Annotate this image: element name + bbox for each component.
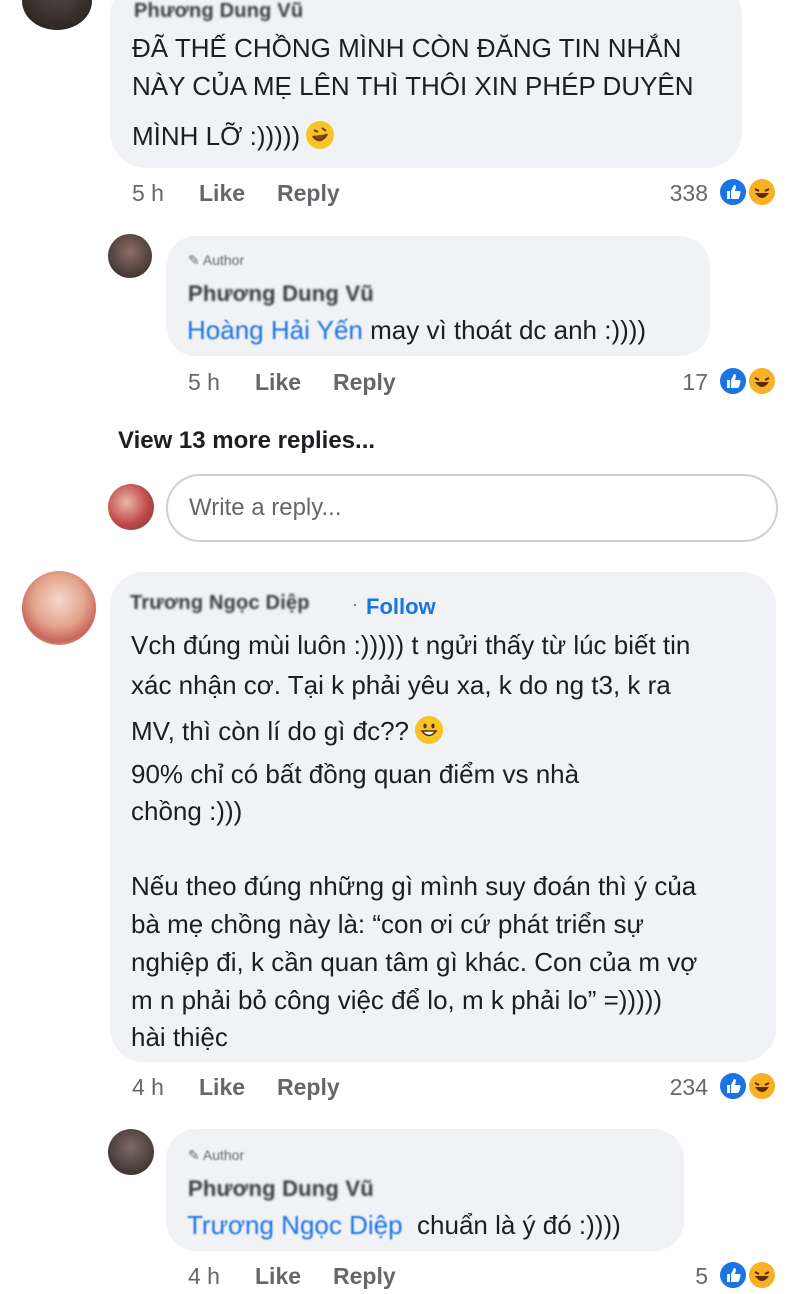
comment-text-line: MV, thì còn lí do gì đc?? [131,713,443,750]
like-button[interactable]: Like [255,1263,301,1290]
like-button[interactable]: Like [199,180,245,207]
reply-time: 5 h [188,369,220,395]
reply-time: 4 h [188,1263,220,1289]
reply-author-name[interactable]: Phương Dung Vũ [188,1176,374,1202]
like-button[interactable]: Like [199,1074,245,1101]
avatar[interactable] [22,0,92,30]
current-user-avatar [108,484,154,530]
avatar[interactable] [108,1129,154,1175]
follow-button[interactable]: Follow [366,594,436,620]
reply-text: Trương Ngọc Diệp chuẩn là ý đó :)))) [187,1207,621,1244]
comment-text-line: bà mẹ chồng này là: “con ơi cứ phát triể… [131,909,644,939]
haha-reaction-icon[interactable] [747,1260,777,1290]
reaction-count[interactable]: 5 [660,1263,708,1290]
author-badge: ✎ Author [188,252,244,269]
haha-reaction-icon[interactable] [747,177,777,207]
haha-reaction-icon[interactable] [747,366,777,396]
reply-text: Hoàng Hải Yến may vì thoát dc anh :)))) [187,312,646,349]
author-badge: ✎ Author [188,1147,244,1164]
mention-link[interactable]: Trương Ngọc Diệp [187,1210,403,1240]
comment-author-name[interactable]: Phương Dung Vũ [134,0,303,23]
comment-time: 5 h [132,180,164,206]
avatar[interactable] [22,571,96,645]
comment-author-name[interactable]: Trương Ngọc Diệp [130,592,310,615]
reply-author-name[interactable]: Phương Dung Vũ [188,281,374,307]
comment-text-span: MÌNH LỠ :))))) [132,121,301,151]
comment-text-span: MV, thì còn lí do gì đc?? [131,716,409,746]
like-reaction-icon[interactable] [718,177,748,207]
comment-text-line: MÌNH LỠ :))))) [132,118,335,155]
reply-button[interactable]: Reply [333,1263,396,1290]
reaction-count[interactable]: 234 [640,1074,708,1101]
pencil-icon: ✎ [188,1147,200,1163]
comment-text-line: chồng :))) [131,796,243,826]
reaction-count[interactable]: 338 [640,180,708,207]
rofl-emoji-icon [306,121,335,149]
like-reaction-icon[interactable] [718,1071,748,1101]
comment-text-line: nghiệp đi, k cần quan tâm gì khác. Con c… [131,947,698,977]
mention-link[interactable]: Hoàng Hải Yến [187,315,363,345]
comment-text-line: m n phải bỏ công việc để lo, m k phải lo… [131,985,663,1015]
dot-separator: · [352,594,358,614]
reply-button[interactable]: Reply [333,369,396,396]
comment-text-line: Nếu theo đúng những gì mình suy đoán thì… [131,871,697,901]
reply-button[interactable]: Reply [277,180,340,207]
comment-text-line: 90% chỉ có bất đồng quan điểm vs nhà [131,759,580,789]
reply-text-span: may vì thoát dc anh :)))) [370,315,647,345]
haha-reaction-icon[interactable] [747,1071,777,1101]
comment-text-line: NÀY CỦA MẸ LÊN THÌ THÔI XIN PHÉP DUYÊN [132,71,694,101]
comment-text-line: xác nhận cơ. Tại k phải yêu xa, k do ng … [131,670,671,700]
avatar[interactable] [108,234,152,278]
comment-text-line: hài thiệc [131,1022,228,1052]
like-reaction-icon[interactable] [718,1260,748,1290]
author-badge-label: Author [202,1147,245,1163]
view-more-replies-link[interactable]: View 13 more replies... [118,427,375,455]
reply-text-span: chuẩn là ý đó :)))) [417,1210,621,1240]
like-button[interactable]: Like [255,369,301,396]
comment-time: 4 h [132,1074,164,1100]
comment-text-line: Vch đúng mùi luôn :))))) t ngửi thấy từ … [131,630,691,660]
comment-text-line: ĐÃ THẾ CHỒNG MÌNH CÒN ĐĂNG TIN NHẮN [132,33,682,63]
reply-input-placeholder: Write a reply... [189,494,342,521]
like-reaction-icon[interactable] [718,366,748,396]
reaction-count[interactable]: 17 [650,369,708,396]
reply-button[interactable]: Reply [277,1074,340,1101]
grinning-emoji-icon [415,716,443,744]
author-badge-label: Author [202,252,245,268]
pencil-icon: ✎ [188,252,200,268]
